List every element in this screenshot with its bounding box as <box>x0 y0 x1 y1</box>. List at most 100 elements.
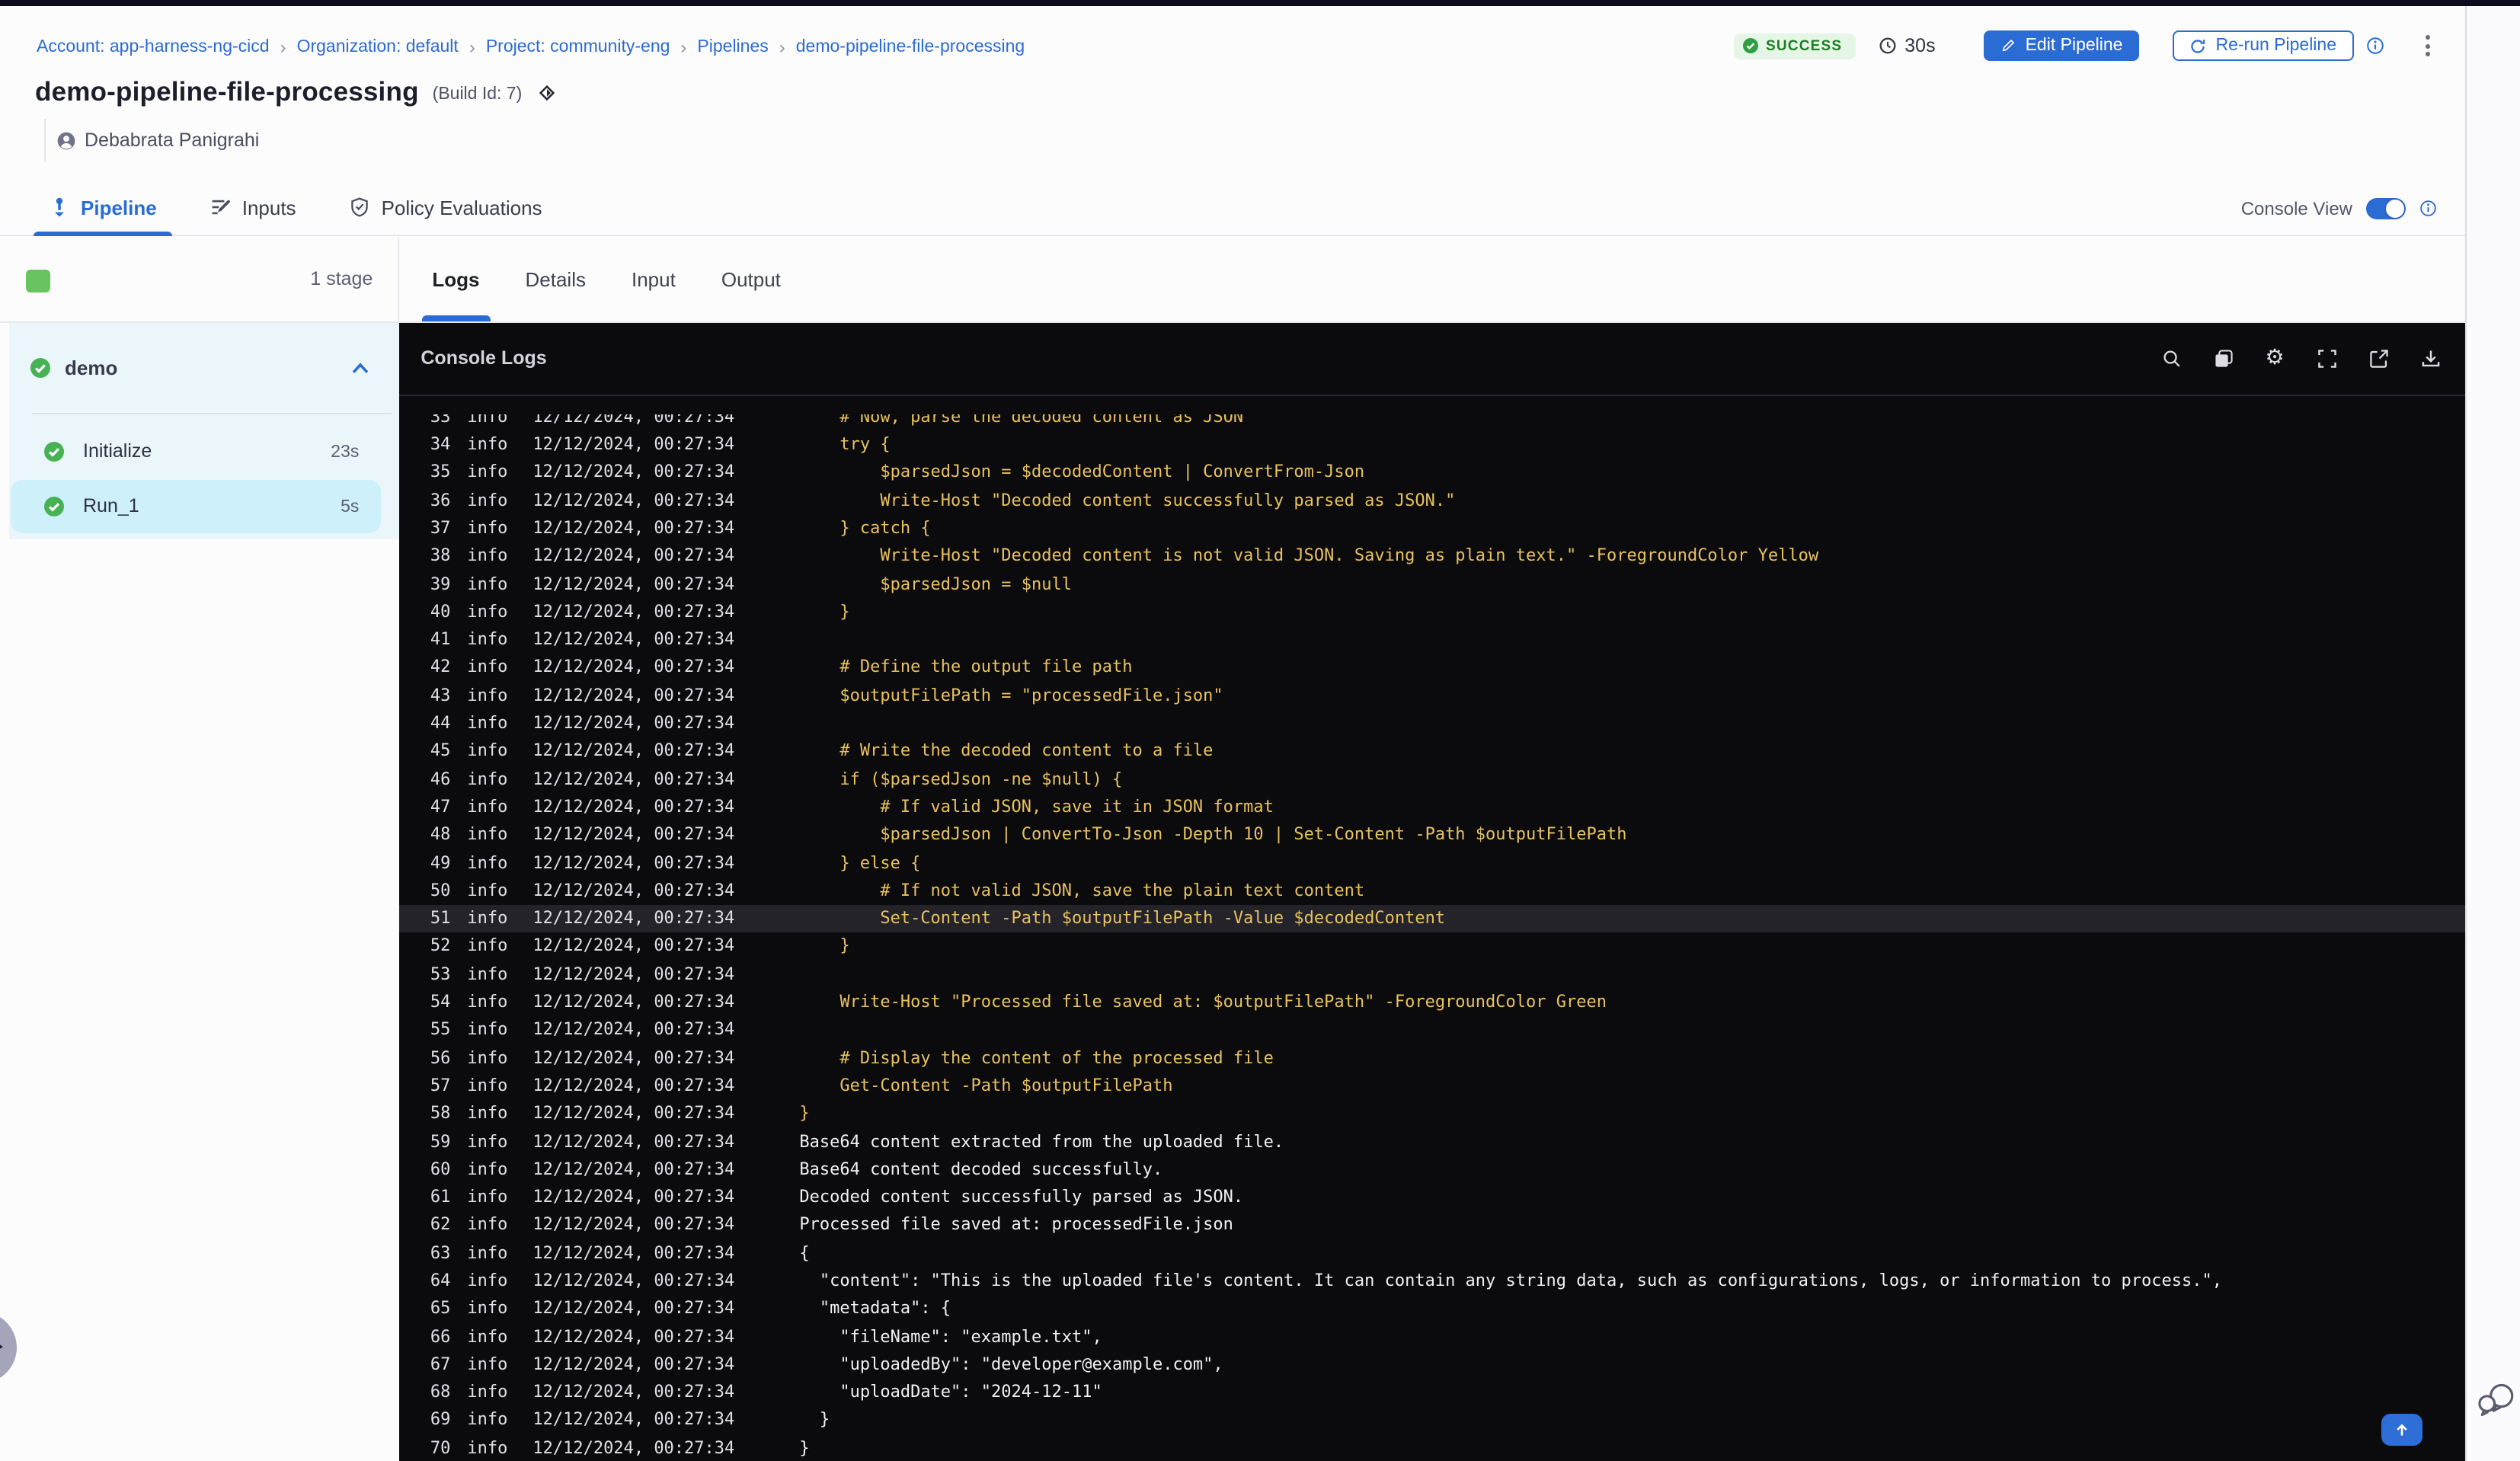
log-level: info <box>467 1382 508 1402</box>
log-level: info <box>467 414 508 427</box>
breadcrumb-account[interactable]: Account: app-harness-ng-cicd <box>37 38 270 56</box>
log-line: 58 info 12/12/2024, 00:27:34 } <box>398 1100 2464 1128</box>
log-timestamp: 12/12/2024, 00:27:34 <box>532 1409 735 1430</box>
log-line-number: 34 <box>430 434 451 455</box>
console-view-info-icon[interactable] <box>2419 200 2437 217</box>
edit-pipeline-label: Edit Pipeline <box>2025 37 2123 55</box>
log-line-number: 48 <box>430 824 451 845</box>
rerun-pipeline-button[interactable]: Re-run Pipeline <box>2173 30 2353 61</box>
pipeline-icon <box>55 197 64 217</box>
tab-details[interactable]: Details <box>526 238 587 321</box>
console-view-toggle[interactable] <box>2366 197 2406 219</box>
log-timestamp: 12/12/2024, 00:27:34 <box>532 657 735 677</box>
log-line-number: 46 <box>430 769 451 789</box>
log-line: 43 info 12/12/2024, 00:27:34 $outputFile… <box>398 683 2464 711</box>
stage-header[interactable]: demo <box>8 322 398 413</box>
log-timestamp: 12/12/2024, 00:27:34 <box>532 1326 735 1347</box>
main-column: Account: app-harness-ng-cicd › Organizat… <box>0 6 2464 1461</box>
log-message: } <box>799 1409 830 1430</box>
log-level: info <box>467 1271 508 1290</box>
download-icon[interactable] <box>2420 348 2440 368</box>
log-message: try { <box>799 434 891 455</box>
fullscreen-icon[interactable] <box>2317 348 2336 368</box>
chevron-up-icon[interactable] <box>350 359 369 376</box>
shield-check-icon <box>351 197 369 217</box>
tab-details-label: Details <box>525 267 587 291</box>
log-line: 57 info 12/12/2024, 00:27:34 Get-Content… <box>398 1073 2464 1101</box>
step-initialize[interactable]: Initialize 23s <box>10 425 380 478</box>
log-timestamp: 12/12/2024, 00:27:34 <box>532 1019 735 1040</box>
log-message: } <box>799 1437 810 1458</box>
log-line-number: 56 <box>430 1047 451 1068</box>
log-line-number: 70 <box>430 1437 451 1458</box>
tab-inputs-label: Inputs <box>241 196 296 219</box>
log-level: info <box>467 713 508 734</box>
module-tabs: Pipeline Inputs Policy Evaluations <box>0 180 2464 236</box>
tab-policy-evaluations[interactable]: Policy Evaluations <box>334 180 558 235</box>
log-timestamp: 12/12/2024, 00:27:34 <box>532 1271 735 1290</box>
active-tab-underline <box>34 231 172 236</box>
open-in-new-icon[interactable] <box>2368 348 2388 368</box>
log-line: 48 info 12/12/2024, 00:27:34 $parsedJson… <box>398 822 2464 850</box>
log-message: Set-Content -Path $outputFilePath -Value… <box>799 908 1446 929</box>
scroll-to-top-button[interactable] <box>2381 1414 2422 1446</box>
breadcrumb-separator: › <box>469 37 475 58</box>
user-avatar-icon <box>56 131 75 149</box>
log-level: info <box>467 517 508 538</box>
play-triangle-icon <box>0 1338 3 1356</box>
log-level: info <box>467 1409 508 1430</box>
log-line: 34 info 12/12/2024, 00:27:34 try { <box>398 431 2464 459</box>
check-circle-icon <box>1743 38 1758 53</box>
right-rail <box>2464 6 2520 1461</box>
breadcrumb-project[interactable]: Project: community-eng <box>486 38 670 56</box>
tab-pipeline[interactable]: Pipeline <box>34 180 172 236</box>
log-level: info <box>467 629 508 650</box>
log-message: { <box>799 1242 810 1263</box>
breadcrumb-organization[interactable]: Organization: default <box>297 38 459 56</box>
settings-gear-icon[interactable]: ⚙ <box>2265 347 2285 368</box>
log-line: 38 info 12/12/2024, 00:27:34 Write-Host … <box>398 543 2464 571</box>
log-level: info <box>467 1187 508 1207</box>
log-message: Write-Host "Decoded content successfully… <box>799 490 1456 510</box>
copy-icon[interactable] <box>2213 348 2233 368</box>
log-message <box>799 710 2464 738</box>
rerun-icon <box>2191 39 2205 53</box>
log-message: Base64 content extracted from the upload… <box>799 1131 1284 1152</box>
more-options-menu[interactable] <box>2420 30 2434 61</box>
console-view-control: Console View <box>2241 180 2437 236</box>
log-line-number: 51 <box>430 908 451 929</box>
rerun-info-icon[interactable] <box>2365 37 2384 55</box>
log-line-number: 41 <box>430 629 451 650</box>
pipeline-execution-page: Account: app-harness-ng-cicd › Organizat… <box>0 0 2520 1461</box>
console-toolbar: ⚙ <box>2161 322 2440 394</box>
edit-pipeline-button[interactable]: Edit Pipeline <box>1984 30 2140 61</box>
log-line-number: 36 <box>430 490 451 510</box>
tab-logs[interactable]: Logs <box>421 238 491 321</box>
log-message: "content": "This is the uploaded file's … <box>799 1271 2222 1290</box>
log-line-number: 50 <box>430 880 451 900</box>
log-line-number: 49 <box>430 852 451 873</box>
log-level: info <box>467 1047 508 1068</box>
log-line: 39 info 12/12/2024, 00:27:34 $parsedJson… <box>398 571 2464 599</box>
breadcrumb-pipelines[interactable]: Pipelines <box>697 38 768 56</box>
stage-status-square[interactable] <box>26 270 50 293</box>
tab-inputs[interactable]: Inputs <box>195 180 312 235</box>
search-icon[interactable] <box>2161 348 2181 368</box>
log-line: 56 info 12/12/2024, 00:27:34 # Display t… <box>398 1044 2464 1073</box>
log-level: info <box>467 657 508 677</box>
log-viewport[interactable]: 33 info 12/12/2024, 00:27:34 # Now, pars… <box>398 414 2464 1461</box>
log-timestamp: 12/12/2024, 00:27:34 <box>532 769 735 789</box>
tab-output[interactable]: Output <box>721 238 781 321</box>
step-run-1[interactable]: Run_1 5s <box>10 480 381 533</box>
log-line-number: 68 <box>430 1382 451 1402</box>
tab-input[interactable]: Input <box>632 238 676 321</box>
breadcrumb-current-pipeline[interactable]: demo-pipeline-file-processing <box>796 38 1025 56</box>
help-chat-icon[interactable] <box>2474 1382 2518 1417</box>
console-view-label: Console View <box>2240 197 2352 219</box>
log-line-number: 64 <box>430 1271 451 1290</box>
log-line-number: 37 <box>430 517 451 538</box>
log-line: 35 info 12/12/2024, 00:27:34 $parsedJson… <box>398 459 2464 488</box>
log-level: info <box>467 1437 508 1458</box>
content-area: demo Initialize 23s Run_1 5s Console Log… <box>0 322 2464 1461</box>
log-line-number: 62 <box>430 1214 451 1235</box>
